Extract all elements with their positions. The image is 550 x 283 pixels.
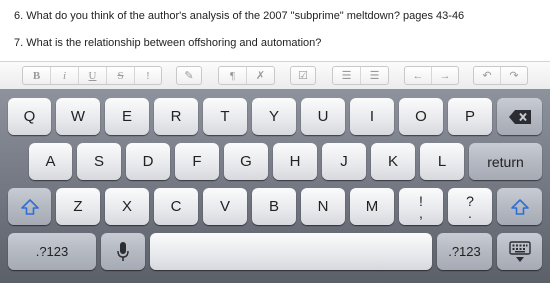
key-r[interactable]: R: [154, 98, 198, 135]
history-group: ↶ ↷: [473, 66, 528, 85]
check-group: ☑: [290, 66, 316, 85]
indent-group: ← →: [404, 66, 459, 85]
outdent-button[interactable]: ←: [405, 67, 432, 84]
strikethrough-icon: S: [117, 69, 124, 82]
right-arrow-icon: →: [439, 69, 451, 82]
backspace-key[interactable]: [497, 98, 542, 135]
key-g[interactable]: G: [224, 143, 268, 180]
key-label-bottom: ,: [419, 204, 423, 221]
microphone-icon: [117, 241, 129, 261]
keyboard-hide-icon: [508, 240, 531, 262]
edit-group: ✎: [176, 66, 202, 85]
shift-right-key[interactable]: [497, 188, 542, 225]
paragraph-button[interactable]: ¶: [219, 67, 247, 84]
key-u[interactable]: U: [301, 98, 345, 135]
on-screen-keyboard: Q W E R T Y U I O P A S D F G H J K L re…: [0, 89, 550, 283]
redo-icon: ↷: [509, 70, 519, 82]
italic-button[interactable]: i: [51, 67, 79, 84]
key-c[interactable]: C: [154, 188, 198, 225]
shift-icon: [510, 198, 529, 215]
key-x[interactable]: X: [105, 188, 149, 225]
key-q[interactable]: Q: [8, 98, 51, 135]
bold-icon: B: [32, 69, 41, 82]
key-b[interactable]: B: [252, 188, 296, 225]
checkbox-button[interactable]: ☑: [291, 67, 315, 84]
undo-button[interactable]: ↶: [474, 67, 501, 84]
key-d[interactable]: D: [126, 143, 170, 180]
question-6-text: 6. What do you think of the author's ana…: [14, 10, 465, 22]
question-7-text: 7. What is the relationship between offs…: [14, 37, 322, 49]
checkbox-icon: ☑: [298, 70, 308, 82]
return-key[interactable]: return: [469, 143, 542, 180]
numbers-right-key[interactable]: .?123: [437, 233, 492, 270]
more-button[interactable]: !: [135, 67, 161, 84]
underline-icon: U: [88, 69, 97, 82]
left-arrow-icon: ←: [412, 69, 424, 82]
numbers-left-key[interactable]: .?123: [8, 233, 96, 270]
clear-format-icon: ✗: [255, 70, 266, 82]
key-v[interactable]: V: [203, 188, 247, 225]
document-area[interactable]: 6. What do you think of the author's ana…: [0, 0, 550, 62]
key-h[interactable]: H: [273, 143, 317, 180]
key-exclamation-comma[interactable]: !,: [399, 188, 443, 225]
bullet-list-button[interactable]: ☰: [333, 67, 361, 84]
key-l[interactable]: L: [420, 143, 464, 180]
key-t[interactable]: T: [203, 98, 247, 135]
lists-group: ☰ ☰: [332, 66, 389, 85]
redo-button[interactable]: ↷: [501, 67, 527, 84]
exclamation-icon: !: [146, 69, 150, 82]
underline-button[interactable]: U: [79, 67, 107, 84]
space-key[interactable]: [150, 233, 432, 270]
undo-icon: ↶: [482, 70, 492, 82]
strikethrough-button[interactable]: S: [107, 67, 135, 84]
bold-button[interactable]: B: [23, 67, 51, 84]
dictation-key[interactable]: [101, 233, 145, 270]
numbered-list-button[interactable]: ☰: [361, 67, 388, 84]
key-i[interactable]: I: [350, 98, 394, 135]
key-f[interactable]: F: [175, 143, 219, 180]
bullet-list-icon: ☰: [341, 70, 352, 82]
key-p[interactable]: P: [448, 98, 492, 135]
edit-icon: ✎: [184, 70, 194, 82]
shift-icon: [20, 198, 39, 215]
formatting-toolbar: B i U S ! ✎ ¶ ✗ ☑ ☰ ☰ ← → ↶ ↷: [0, 61, 550, 90]
key-s[interactable]: S: [77, 143, 121, 180]
text-style-group: B i U S !: [22, 66, 162, 85]
key-label-bottom: .: [468, 204, 472, 221]
paragraph-group: ¶ ✗: [218, 66, 275, 85]
key-m[interactable]: M: [350, 188, 394, 225]
edit-link-button[interactable]: ✎: [177, 67, 201, 84]
key-o[interactable]: O: [399, 98, 443, 135]
key-z[interactable]: Z: [56, 188, 100, 225]
italic-icon: i: [62, 69, 67, 82]
hide-keyboard-key[interactable]: [497, 233, 542, 270]
indent-button[interactable]: →: [432, 67, 458, 84]
shift-left-key[interactable]: [8, 188, 51, 225]
backspace-icon: [508, 109, 531, 124]
key-e[interactable]: E: [105, 98, 149, 135]
key-w[interactable]: W: [56, 98, 100, 135]
key-question-period[interactable]: ?.: [448, 188, 492, 225]
key-k[interactable]: K: [371, 143, 415, 180]
pilcrow-icon: ¶: [230, 69, 235, 82]
key-n[interactable]: N: [301, 188, 345, 225]
clear-format-button[interactable]: ✗: [247, 67, 274, 84]
key-y[interactable]: Y: [252, 98, 296, 135]
numbered-list-icon: ☰: [369, 70, 380, 82]
key-a[interactable]: A: [29, 143, 72, 180]
key-j[interactable]: J: [322, 143, 366, 180]
